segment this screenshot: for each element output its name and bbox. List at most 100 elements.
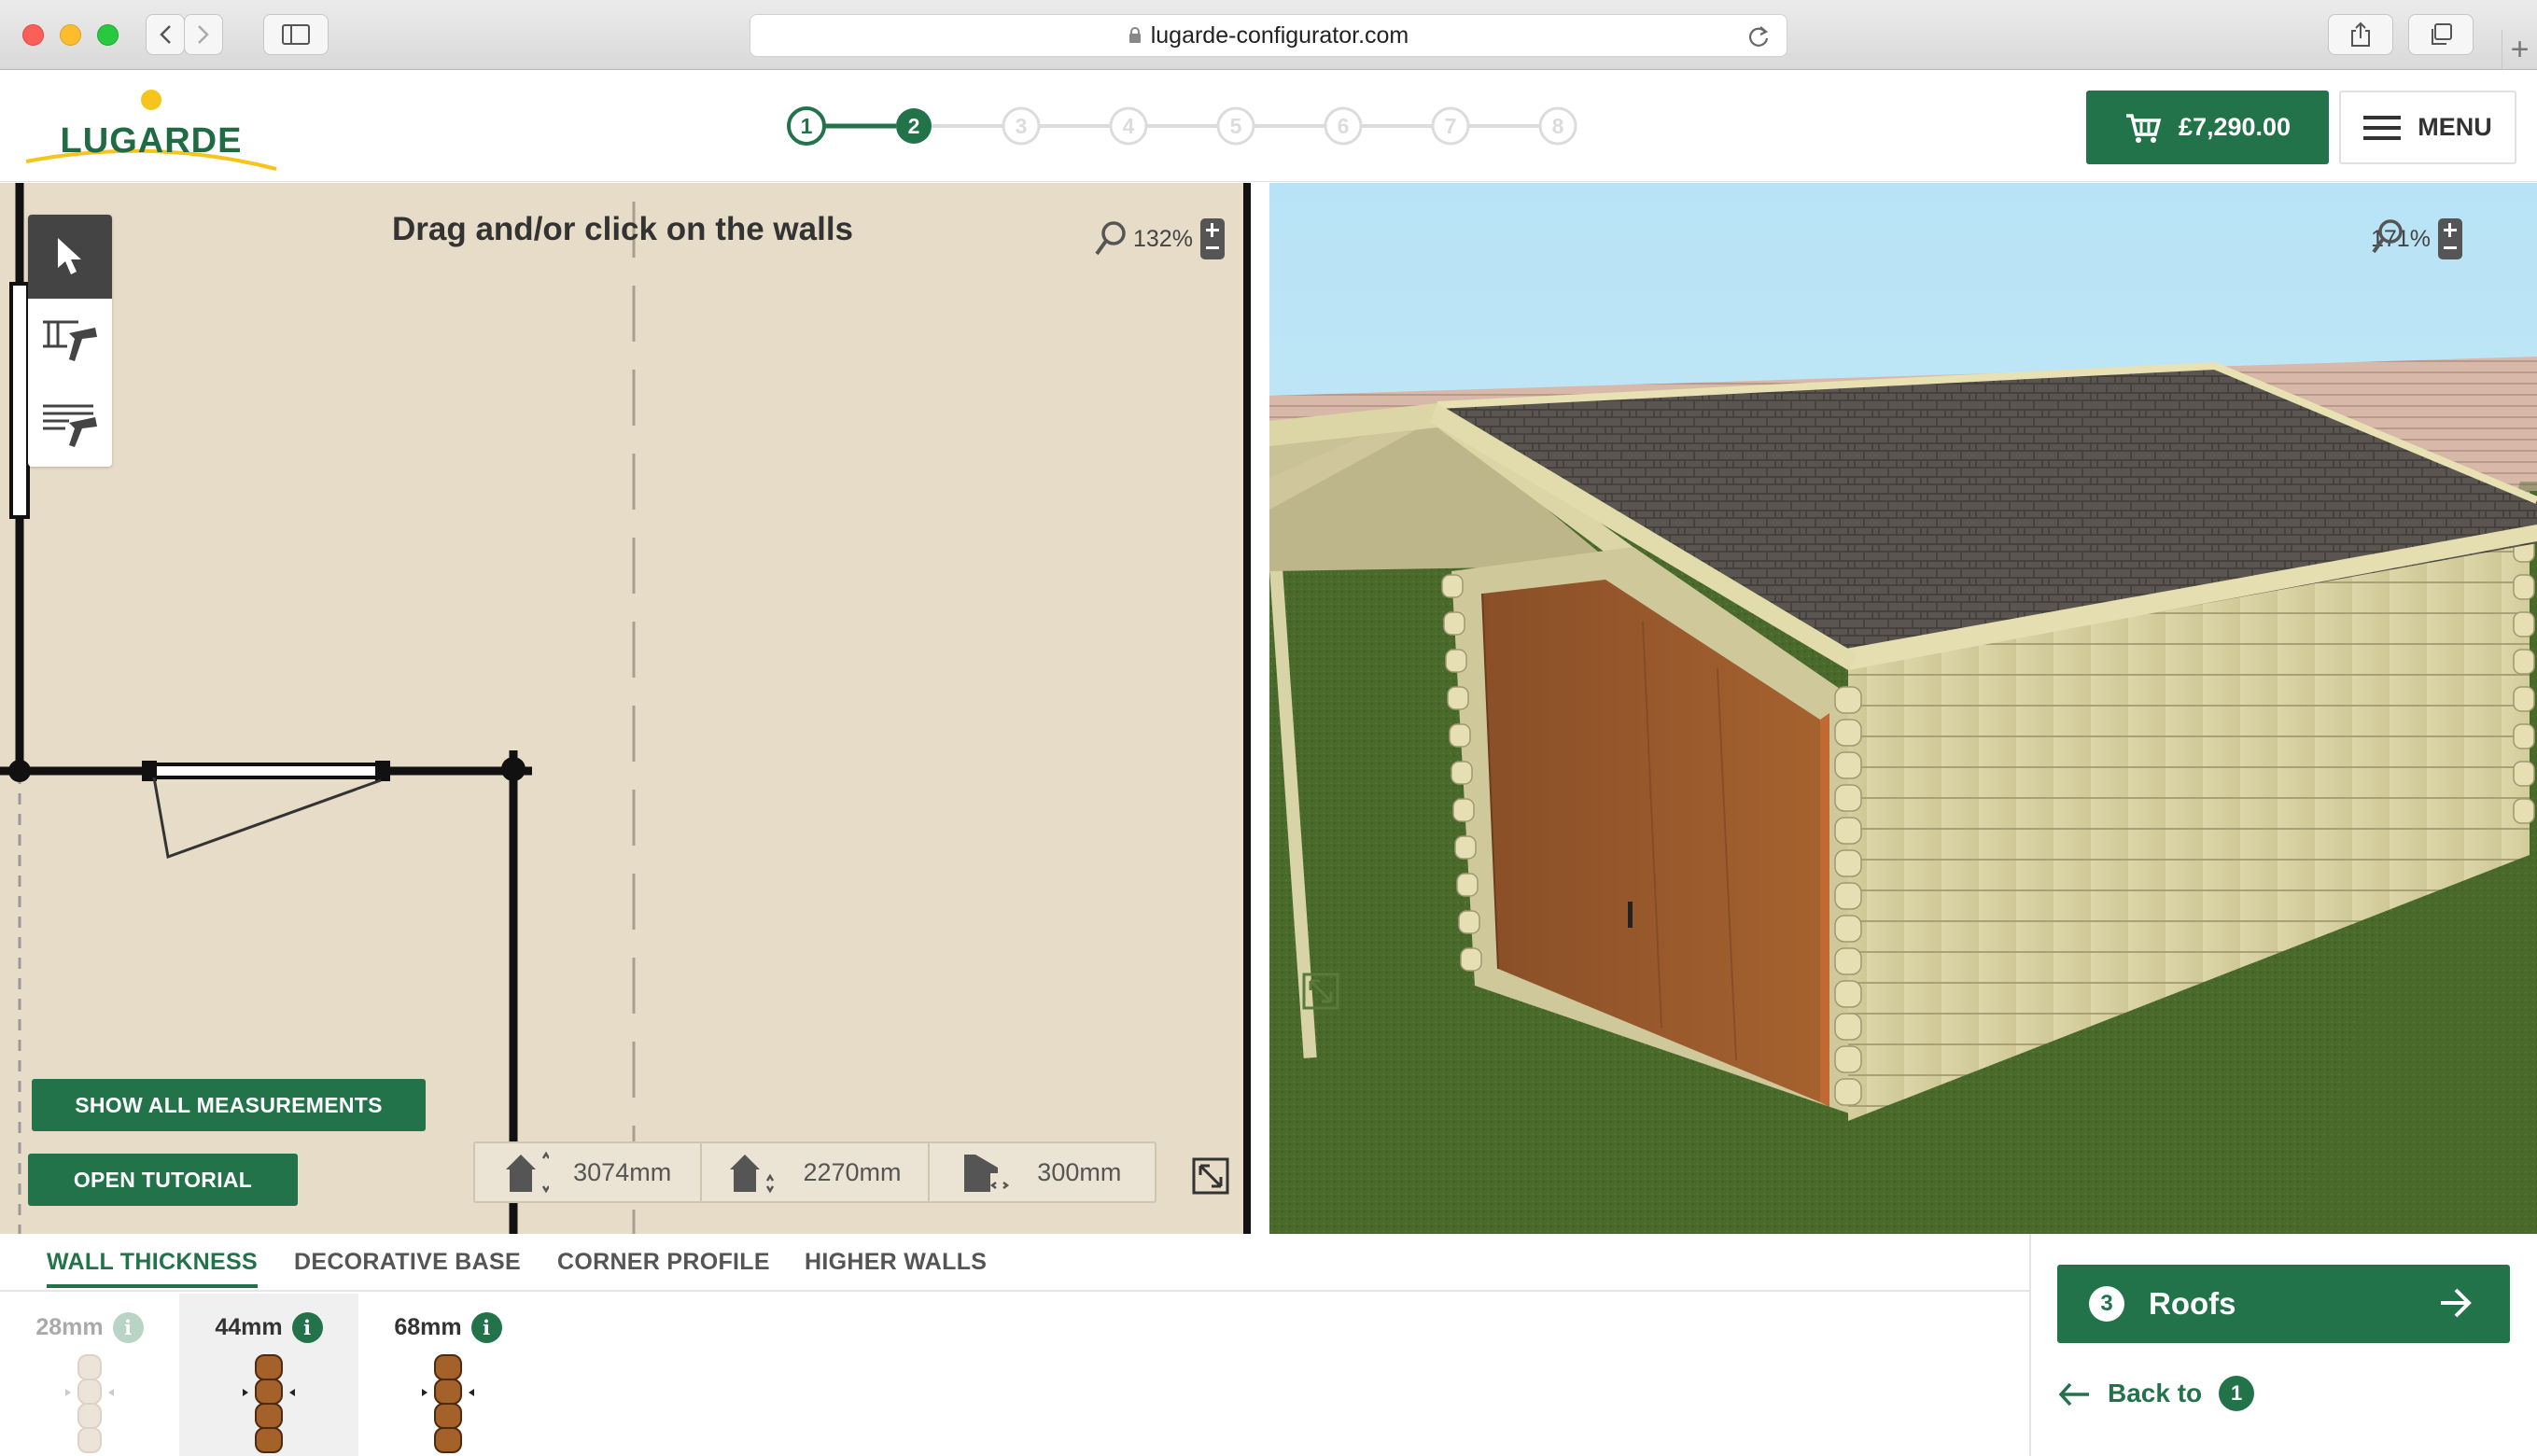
panel-separator — [2029, 1234, 2031, 1456]
step-number: 5 — [1230, 114, 1242, 138]
tab-wall-thickness[interactable]: WALL THICKNESS — [47, 1249, 258, 1288]
option-label: 44mm — [215, 1314, 283, 1340]
forward-nav-button[interactable] — [184, 14, 223, 55]
sidebar-icon — [282, 24, 310, 45]
wall-tool[interactable] — [28, 299, 112, 383]
new-tab-button[interactable]: + — [2502, 30, 2537, 70]
plan-zoom-stepper[interactable] — [1199, 218, 1225, 259]
logo-text: LUGARDE — [61, 121, 243, 161]
thickness-option-68mm[interactable]: 68mm i — [358, 1294, 538, 1456]
step-1[interactable]: 1 — [787, 106, 826, 146]
log-profile-icon — [422, 1354, 474, 1453]
tab-corner-profile[interactable]: CORNER PROFILE — [557, 1249, 770, 1276]
step-6: 6 — [1324, 106, 1363, 146]
wall-height-value: 3074mm — [573, 1157, 672, 1186]
reload-icon[interactable] — [1747, 24, 1770, 49]
plan-instruction: Drag and/or click on the walls — [392, 211, 854, 247]
chevron-right-icon — [198, 25, 209, 44]
log-wall-tool-icon — [43, 404, 97, 447]
url-text: lugarde-configurator.com — [1150, 21, 1409, 49]
arrow-left-icon — [2058, 1382, 2089, 1407]
log-profile-icon — [65, 1354, 114, 1453]
thickness-option-28mm[interactable]: 28mm i — [0, 1294, 179, 1456]
measurement-bar: 3074mm 2270mm 300mm — [473, 1141, 1156, 1203]
site-header: LUGARDE 1 2 3 4 5 6 7 8 £7,290.00 MENU — [0, 70, 2537, 182]
eave-height-icon — [730, 1155, 775, 1194]
plan-zoom: 132% — [1094, 218, 1225, 259]
door-opening — [147, 763, 385, 779]
back-nav-button[interactable] — [146, 14, 185, 55]
info-icon[interactable]: i — [112, 1312, 144, 1343]
wall-height-measure[interactable]: 3074mm — [475, 1143, 703, 1201]
thickness-option-44mm[interactable]: 44mm i — [179, 1294, 358, 1456]
browser-toolbar: lugarde-configurator.com + — [0, 0, 2537, 70]
3d-zoom: 171% — [2371, 218, 2462, 259]
info-icon[interactable]: i — [291, 1312, 323, 1343]
address-bar[interactable]: lugarde-configurator.com — [750, 14, 1787, 57]
wall-tool-icon — [43, 320, 97, 361]
step-8: 8 — [1538, 106, 1577, 146]
floor-plan-canvas[interactable] — [0, 183, 1251, 1234]
menu-button[interactable]: MENU — [2339, 91, 2516, 164]
cart-button[interactable]: £7,290.00 — [2086, 91, 2329, 164]
step-progress: 1 2 3 4 5 6 7 8 — [787, 106, 1577, 146]
tabs-overview-button[interactable] — [2408, 14, 2474, 55]
tab-higher-walls[interactable]: HIGHER WALLS — [805, 1249, 987, 1276]
magnifier-icon — [1095, 221, 1126, 256]
step-2[interactable]: 2 — [896, 108, 932, 144]
overhang-icon — [964, 1155, 1010, 1192]
hamburger-icon — [2363, 115, 2402, 140]
eave-height-measure[interactable]: 2270mm — [702, 1143, 930, 1201]
next-step-button[interactable]: 3 Roofs — [2057, 1265, 2510, 1343]
step-number: 4 — [1123, 114, 1135, 138]
options-panel: WALL THICKNESS DECORATIVE BASE CORNER PR… — [0, 1234, 2537, 1456]
sidebar-toggle-button[interactable] — [263, 14, 329, 55]
maximize-window-button[interactable] — [97, 24, 119, 46]
log-profile-icon — [243, 1354, 295, 1453]
select-tool[interactable] — [28, 215, 112, 299]
open-tutorial-button[interactable]: OPEN TUTORIAL — [28, 1154, 298, 1206]
tab-decorative-base[interactable]: DECORATIVE BASE — [294, 1249, 521, 1276]
share-icon — [2351, 21, 2370, 47]
lock-icon — [1128, 27, 1141, 43]
step-7: 7 — [1431, 106, 1470, 146]
window-left — [9, 282, 30, 519]
close-window-button[interactable] — [22, 24, 44, 46]
minimize-window-button[interactable] — [60, 24, 81, 46]
option-label: 28mm — [35, 1314, 104, 1340]
expand-icon[interactable] — [1192, 1157, 1229, 1195]
3d-zoom-stepper[interactable] — [2437, 218, 2462, 259]
step-5: 5 — [1216, 106, 1255, 146]
next-step-number: 3 — [2089, 1286, 2124, 1322]
next-step-label: Roofs — [2149, 1286, 2236, 1321]
door-swing — [152, 777, 382, 860]
plan-zoom-value: 132% — [1133, 225, 1193, 252]
cart-total: £7,290.00 — [2178, 113, 2292, 141]
back-link[interactable]: Back to 1 — [2057, 1376, 2255, 1411]
chevron-left-icon — [160, 25, 171, 44]
tabs-icon — [2432, 23, 2452, 45]
magnifier-icon — [2372, 219, 2403, 254]
back-step-number: 1 — [2219, 1376, 2255, 1411]
show-all-measurements-button[interactable]: SHOW ALL MEASUREMENTS — [32, 1079, 426, 1131]
select-icon — [58, 238, 81, 274]
arrow-right-icon — [2441, 1288, 2472, 1318]
step-number: 6 — [1338, 114, 1350, 138]
eave-height-value: 2270mm — [803, 1157, 902, 1186]
floor-plan-panel[interactable]: Drag and/or click on the walls 132% SHOW… — [0, 183, 1251, 1234]
panel-divider — [1251, 183, 1269, 1234]
step-4: 4 — [1109, 106, 1148, 146]
info-icon[interactable]: i — [470, 1312, 502, 1343]
log-wall-tool[interactable] — [28, 383, 112, 467]
3d-view-panel[interactable]: 171% — [1269, 183, 2537, 1234]
option-label: 68mm — [394, 1314, 462, 1340]
cart-icon — [2125, 113, 2162, 143]
share-button[interactable] — [2328, 14, 2393, 55]
menu-label: MENU — [2418, 113, 2492, 141]
overhang-measure[interactable]: 300mm — [930, 1143, 1155, 1201]
plan-toolbox — [28, 215, 112, 467]
step-number: 8 — [1552, 114, 1564, 138]
3d-garage-render[interactable] — [1269, 183, 2537, 1234]
back-label: Back to — [2108, 1379, 2203, 1407]
lugarde-logo[interactable]: LUGARDE — [22, 89, 280, 173]
